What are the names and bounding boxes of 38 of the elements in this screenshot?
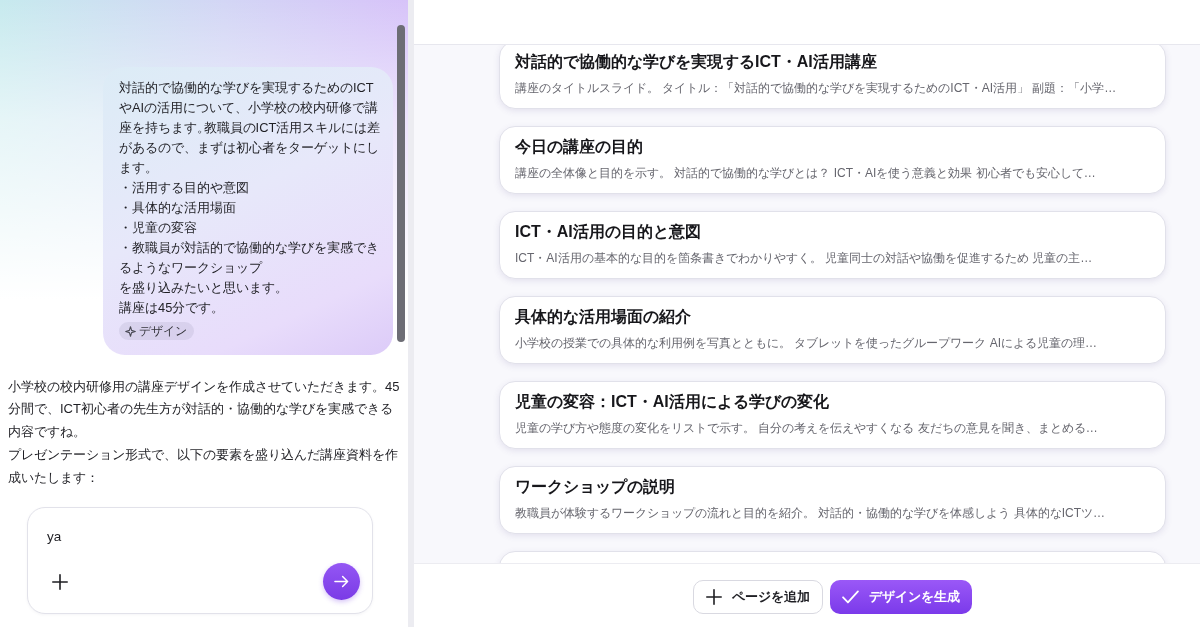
slide-card[interactable]: 児童の変容：ICT・AI活用による学びの変化 児童の学び方や態度の変化をリストで示す。 自分の考えを伝えやすくなる 友だちの意見を聞き、まとめる… <box>499 381 1166 449</box>
message-text: プレゼンテーション形式で、以下の要素を盛り込んだ講座資料を作成いたします： <box>8 446 399 487</box>
add-page-button[interactable]: ページを追加 <box>693 580 823 614</box>
plus-icon <box>52 573 68 590</box>
card-description: 講座のタイトルスライド。 タイトル：「対話的で協働的な学びを実現するためのICT・AI活用」 副題：「小学… <box>515 80 1118 97</box>
card-description: 教職員が体験するワークショップの流れと目的を紹介。 対話的・協働的な学びを体感しよう 具体的なICTツ… <box>515 505 1106 522</box>
plus-icon <box>706 589 722 605</box>
message-text: 小学校の校内研修用の講座デザインを作成させていただきます。45分間で、ICT初心者の先生方が対話的・協働的な学びを実感できる内容ですね。 <box>8 377 401 441</box>
send-button[interactable] <box>323 563 360 600</box>
check-icon <box>842 590 859 604</box>
card-description: 小学校の授業での具体的な利用例を写真とともに。 タブレットを使ったグループワーク AIによる児童の理… <box>515 335 1098 352</box>
message-text: 講座は45分です。 <box>119 299 219 317</box>
card-title: 対話的で協働的な学びを実現するICT・AI活用講座 <box>515 52 878 73</box>
card-description: 講座の全体像と目的を示す。 対話的で協働的な学びとは？ ICT・AIを使う意義と効果 初心者でも安心して… <box>515 165 1097 182</box>
message-text: ・児童の変容 <box>119 219 198 237</box>
slide-card[interactable]: 具体的な活用場面の紹介 小学校の授業での具体的な利用例を写真とともに。 タブレットを使ったグループワーク AIによる児童の理… <box>499 296 1166 364</box>
card-title: 今日の講座の目的 <box>515 137 644 157</box>
slide-card[interactable]: ICT・AI活用の目的と意図 ICT・AI活用の基本的な目的を箇条書きでわかりやすく。 児童同士の対話や協働を促進するため 児童の主… <box>499 211 1166 279</box>
card-title: ICT・AI活用の目的と意図 <box>515 222 702 242</box>
card-title: 具体的な活用場面の紹介 <box>515 307 692 328</box>
message-text: 対話的で協働的な学びを実現するためのICTやAIの活用について、小学校の校内研修で講座を持ちます。教職員のICT活用スキルには差があるので、まずは初心者をターゲットにします。 <box>119 79 381 177</box>
slide-card[interactable]: 対話的で協働的な学びを実現するICT・AI活用講座 講座のタイトルスライド。 タイトル：「対話的で協働的な学びを実現するためのICT・AI活用」 副題：「小学… <box>499 45 1166 109</box>
card-title: ワークショップの説明 <box>515 477 676 497</box>
sparkle-icon <box>125 325 136 337</box>
arrow-right-icon <box>334 574 349 589</box>
message-text: ・具体的な活用場面 <box>119 199 237 217</box>
slide-card[interactable]: 今日の講座の目的 講座の全体像と目的を示す。 対話的で協働的な学びとは？ ICT・AIを使う意義と効果 初心者でも安心して… <box>499 126 1166 194</box>
message-input[interactable]: ya <box>46 523 360 549</box>
card-description: 児童の学び方や態度の変化をリストで示す。 自分の考えを伝えやすくなる 友だちの意見を聞き、まとめる… <box>515 420 1099 437</box>
slide-card[interactable]: ワークショップの説明 教職員が体験するワークショップの流れと目的を紹介。 対話的・協働的な学びを体感しよう 具体的なICTツ… <box>499 466 1166 534</box>
card-title: 児童の変容：ICT・AI活用による学びの変化 <box>515 392 830 412</box>
scrollbar-thumb[interactable] <box>397 25 405 342</box>
message-text: ・教職員が対話的で協働的な学びを実感できるようなワークショップ <box>119 239 380 277</box>
card-description: ICT・AI活用の基本的な目的を箇条書きでわかりやすく。 児童同士の対話や協働を促進するため 児童の主… <box>515 250 1094 267</box>
tag-label: デザイン <box>139 323 187 339</box>
message-text: ・活用する目的や意図 <box>119 179 250 197</box>
generate-design-button[interactable]: デザインを生成 <box>830 580 972 614</box>
message-text: を盛り込みたいと思います。 <box>119 279 283 297</box>
